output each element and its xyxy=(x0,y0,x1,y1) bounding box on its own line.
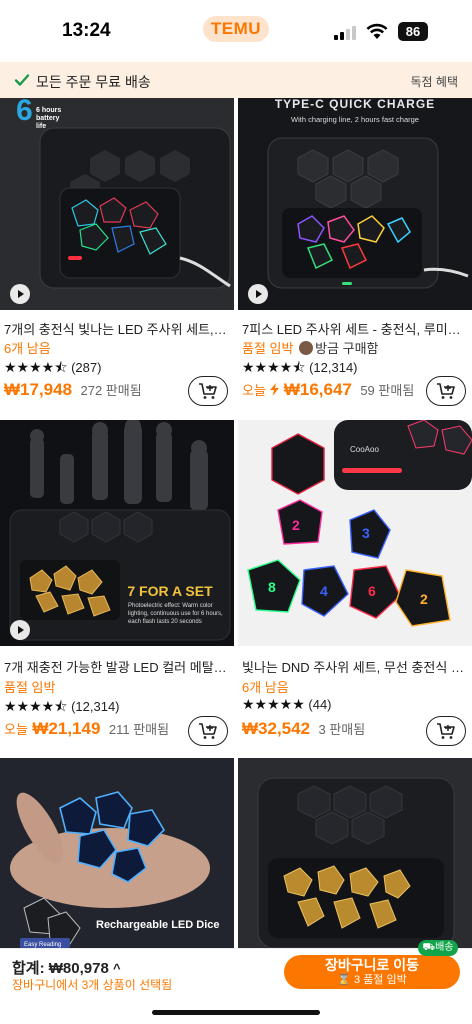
star-rating-icon: ★★★★⯪ xyxy=(242,359,306,375)
stock-status: 품절 임박 방금 구매함 xyxy=(242,338,379,357)
lightning-icon xyxy=(270,383,280,396)
free-shipping-banner[interactable]: 모든 주문 무료 배송 독점 혜택 xyxy=(0,62,472,98)
svg-text:6: 6 xyxy=(16,98,33,127)
sold-count: 59 판매됨 xyxy=(360,383,415,398)
stock-status: 품절 임박 xyxy=(4,680,56,695)
chevron-up-icon[interactable]: ^ xyxy=(113,961,121,976)
cart-plus-icon xyxy=(437,383,455,399)
svg-text:2: 2 xyxy=(292,517,300,533)
temu-badge[interactable]: TEMU xyxy=(203,16,269,42)
today-label: 오늘 xyxy=(242,383,266,398)
star-rating-icon: ★★★★⯪ xyxy=(4,359,68,375)
signal-icon xyxy=(334,26,358,40)
sold-count: 3 판매됨 xyxy=(318,722,366,737)
image-caption: battery xyxy=(36,115,59,122)
review-count: (44) xyxy=(308,697,332,712)
product-rating: ★★★★⯪ (12,314) xyxy=(4,696,120,720)
product-card[interactable] xyxy=(238,758,472,948)
product-card[interactable]: 7 FOR A SET Photoelectric effect: Warm c… xyxy=(0,420,234,754)
product-image[interactable]: CooAoo 2 3 8 4 6 2 xyxy=(238,420,472,646)
svg-text:6: 6 xyxy=(368,583,376,599)
home-indicator[interactable] xyxy=(152,1010,320,1015)
image-caption: Rechargeable LED Dice xyxy=(96,919,220,931)
product-image[interactable]: 7 FOR A SET Photoelectric effect: Warm c… xyxy=(0,420,234,646)
add-to-cart-button[interactable] xyxy=(188,376,228,406)
product-rating: ★★★★⯪ (12,314) xyxy=(242,357,358,381)
product-title[interactable]: 7개의 충전식 빛나는 LED 주사위 세트, 충전식 xyxy=(4,319,228,338)
sold-count: 211 판매됨 xyxy=(108,722,170,737)
play-video-icon[interactable] xyxy=(10,284,30,304)
star-rating-icon: ★★★★★ xyxy=(242,696,305,712)
stock-status: 6개 남음 xyxy=(242,680,289,695)
product-card[interactable]: TYPE-C QUICK CHARGE With charging line, … xyxy=(238,98,472,418)
play-video-icon[interactable] xyxy=(10,620,30,640)
low-stock-text: 품절 임박 xyxy=(242,341,294,356)
product-card[interactable]: CooAoo 2 3 8 4 6 2 빛나는 DND 주사위 세트, 무선 충전… xyxy=(238,420,472,754)
sold-count: 272 판매됨 xyxy=(80,383,142,398)
go-to-cart-button[interactable]: 장바구니로 이동 ⌛ 3 품절 임박 xyxy=(284,955,460,989)
shipping-badge-label: 배송 xyxy=(435,942,454,953)
price-row: ₩17,948 272 판매됨 xyxy=(4,380,142,400)
image-caption: With charging line, 2 hours fast charge xyxy=(291,115,419,124)
review-count: (12,314) xyxy=(71,699,120,714)
image-caption: 6 hours xyxy=(36,107,61,114)
clock: 13:24 xyxy=(62,20,111,41)
buyer-avatar xyxy=(299,341,314,355)
image-caption: Photoelectric effect: Warm color lightin… xyxy=(128,603,223,625)
add-to-cart-button[interactable] xyxy=(188,716,228,746)
image-caption: TYPE-C QUICK CHARGE xyxy=(275,98,435,111)
product-rating: ★★★★★ (44) xyxy=(242,696,332,713)
cart-plus-icon xyxy=(199,723,217,739)
wifi-icon xyxy=(366,23,388,39)
cart-plus-icon xyxy=(437,723,455,739)
svg-text:4: 4 xyxy=(320,583,328,599)
price-row: 오늘 ₩16,647 59 판매됨 xyxy=(242,380,414,400)
product-rating: ★★★★⯪ (287) xyxy=(4,357,101,381)
cart-total[interactable]: 합계: ₩80,978 ^ xyxy=(12,957,121,978)
cart-plus-icon xyxy=(199,383,217,399)
price-row: 오늘 ₩21,149 211 판매됨 xyxy=(4,719,169,739)
image-caption: 7 FOR A SET xyxy=(127,583,213,599)
review-count: (12,314) xyxy=(309,360,358,375)
svg-text:8: 8 xyxy=(268,579,276,595)
check-icon xyxy=(14,74,30,86)
image-caption: life xyxy=(36,123,46,130)
product-image[interactable]: TYPE-C QUICK CHARGE With charging line, … xyxy=(238,98,472,310)
low-stock-count: ⌛ 3 품절 임박 xyxy=(337,974,407,986)
truck-icon: ⛟ xyxy=(422,942,436,953)
cart-total-text: 합계: ₩80,978 xyxy=(12,960,109,977)
exclusive-benefits-link[interactable]: 독점 혜택 xyxy=(411,73,459,90)
recent-purchase-text: 방금 구매함 xyxy=(315,341,379,356)
svg-text:2: 2 xyxy=(420,591,428,607)
review-count: (287) xyxy=(71,360,102,375)
product-title[interactable]: 7개 재충전 가능한 발광 LED 컬러 메탈 주사위 xyxy=(4,657,228,676)
cart-selection-note: 장바구니에서 3개 상품이 선택됨 xyxy=(12,978,173,992)
price: ₩32,542 xyxy=(242,719,311,738)
shipping-badge: ⛟배송 xyxy=(418,940,458,956)
go-to-cart-label: 장바구니로 이동 xyxy=(324,957,420,973)
product-card[interactable]: 6 6 hours battery life 7개의 충전식 빛나는 LED 주… xyxy=(0,98,234,418)
price-row: ₩32,542 3 판매됨 xyxy=(242,719,365,739)
battery-icon: 86 xyxy=(398,22,428,41)
product-title[interactable]: 빛나는 DND 주사위 세트, 무선 충전식 LED 주사위 xyxy=(242,657,466,676)
star-rating-icon: ★★★★⯪ xyxy=(4,698,68,714)
image-caption: CooAoo xyxy=(350,445,379,454)
product-image[interactable]: 6 6 hours battery life xyxy=(0,98,234,310)
add-to-cart-button[interactable] xyxy=(426,716,466,746)
add-to-cart-button[interactable] xyxy=(426,376,466,406)
product-title[interactable]: 7피스 LED 주사위 세트 - 충전식, 루미너스 xyxy=(242,319,466,338)
stock-status: 6개 남음 xyxy=(4,341,51,356)
free-shipping-text: 모든 주문 무료 배송 xyxy=(36,74,151,90)
price: ₩17,948 xyxy=(4,380,73,399)
product-image[interactable]: Rechargeable LED Dice Easy Reading xyxy=(0,758,234,948)
product-card[interactable]: Rechargeable LED Dice Easy Reading xyxy=(0,758,234,948)
today-label: 오늘 xyxy=(4,722,28,737)
svg-text:3: 3 xyxy=(362,525,370,541)
price: ₩16,647 xyxy=(283,380,352,399)
status-bar: 13:24 TEMU 86 xyxy=(0,0,472,62)
product-image[interactable] xyxy=(238,758,472,948)
price: ₩21,149 xyxy=(32,719,101,738)
play-video-icon[interactable] xyxy=(248,284,268,304)
